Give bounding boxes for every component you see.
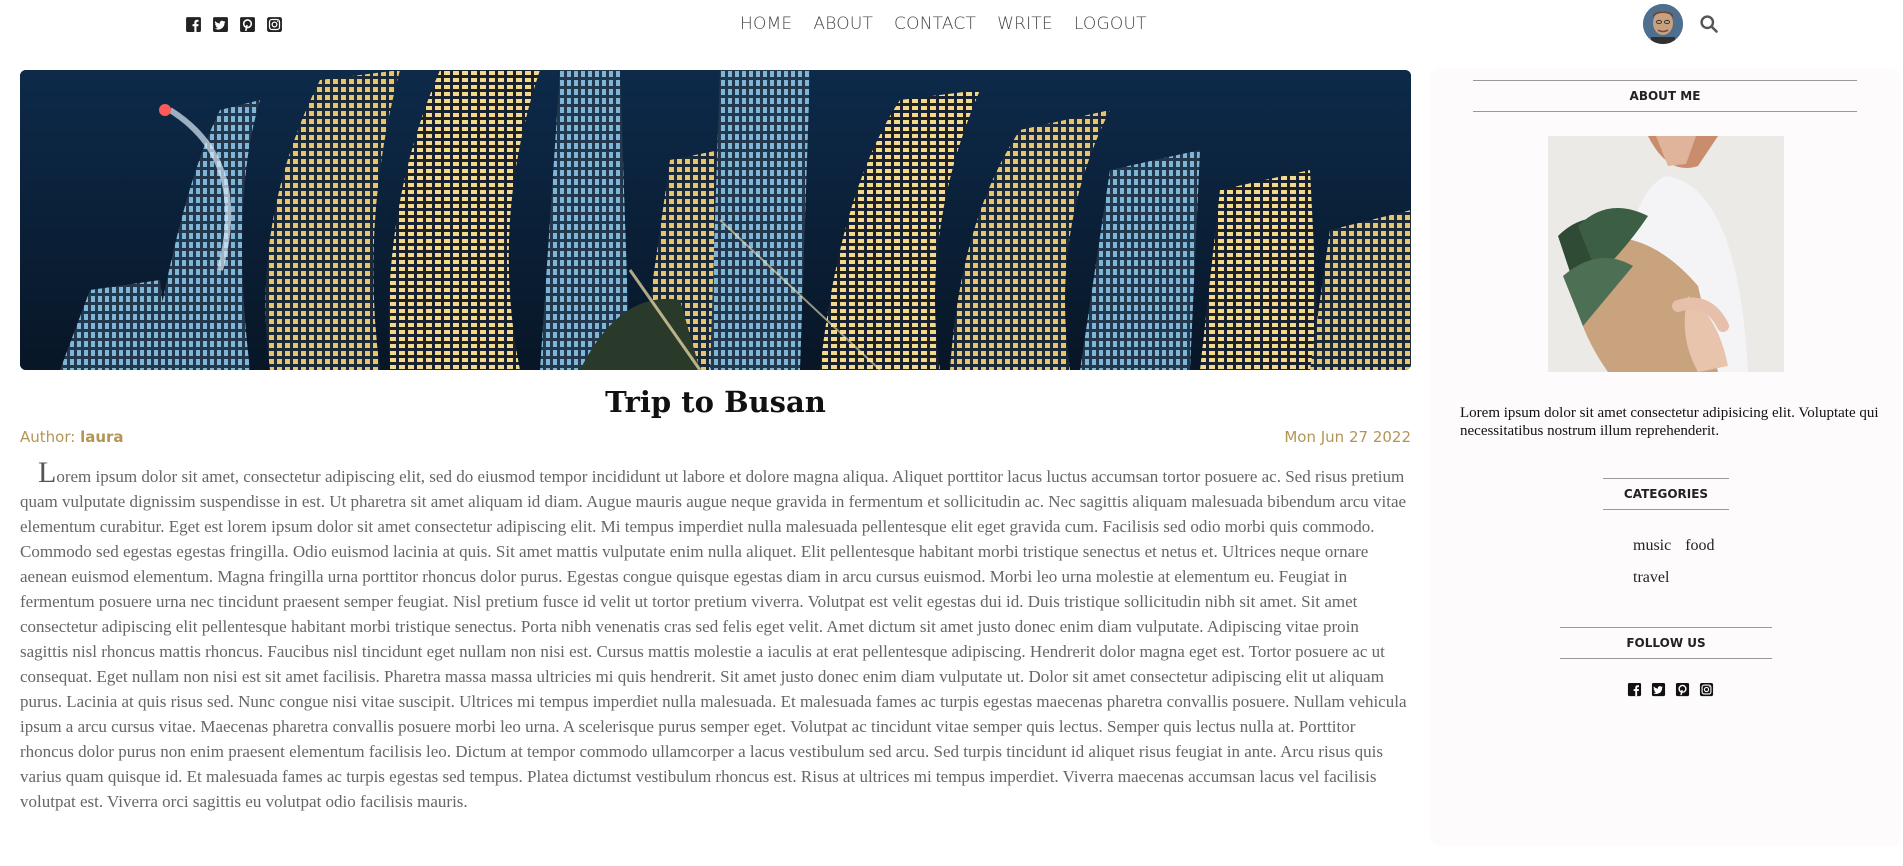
header-social-links — [185, 16, 283, 33]
categories-title: CATEGORIES — [1603, 478, 1729, 510]
about-me-image — [1548, 136, 1784, 372]
post-hero-image — [20, 70, 1411, 370]
category-link[interactable]: travel — [1633, 568, 1669, 588]
instagram-icon[interactable] — [1699, 682, 1714, 697]
menu-item-about[interactable]: ABOUT — [813, 12, 873, 36]
about-me-text: Lorem ipsum dolor sit amet consectetur a… — [1460, 405, 1879, 439]
avatar[interactable] — [1643, 4, 1683, 44]
drop-cap: L — [38, 456, 57, 489]
post-title: Trip to Busan — [605, 385, 826, 419]
post-date: Mon Jun 27 2022 — [1284, 428, 1411, 446]
menu-item-contact[interactable]: CONTACT — [894, 12, 976, 36]
instagram-icon[interactable] — [266, 16, 283, 33]
follow-us-title: FOLLOW US — [1560, 627, 1772, 659]
main-menu: HOME ABOUT CONTACT WRITE LOGOUT — [740, 12, 1168, 36]
twitter-icon[interactable] — [1651, 682, 1666, 697]
twitter-icon[interactable] — [212, 16, 229, 33]
menu-item-home[interactable]: HOME — [740, 12, 792, 36]
author-label: Author: — [20, 428, 81, 446]
post-author: Author: laura — [20, 426, 124, 448]
category-link[interactable]: music — [1633, 536, 1671, 556]
sidebar: ABOUT ME Lorem ipsum dolor sit amet cons… — [1430, 68, 1901, 846]
about-me-title: ABOUT ME — [1473, 80, 1857, 112]
facebook-icon[interactable] — [1627, 682, 1642, 697]
author-link[interactable]: laura — [80, 428, 123, 446]
categories-list: music food travel — [1633, 536, 1733, 600]
pinterest-icon[interactable] — [1675, 682, 1690, 697]
pinterest-icon[interactable] — [239, 16, 256, 33]
top-navbar: HOME ABOUT CONTACT WRITE LOGOUT — [0, 0, 1903, 50]
facebook-icon[interactable] — [185, 16, 202, 33]
single-post: Trip to Busan Author: laura Mon Jun 27 2… — [20, 70, 1411, 814]
post-body: Lorem ipsum dolor sit amet, consectetur … — [20, 458, 1411, 814]
category-link[interactable]: food — [1685, 536, 1714, 556]
post-body-text: orem ipsum dolor sit amet, consectetur a… — [20, 467, 1407, 811]
menu-item-logout[interactable]: LOGOUT — [1074, 12, 1147, 36]
sidebar-social-links — [1627, 682, 1714, 697]
search-icon[interactable] — [1699, 14, 1719, 34]
menu-item-write[interactable]: WRITE — [997, 12, 1053, 36]
post-meta: Author: laura Mon Jun 27 2022 — [20, 426, 1411, 448]
